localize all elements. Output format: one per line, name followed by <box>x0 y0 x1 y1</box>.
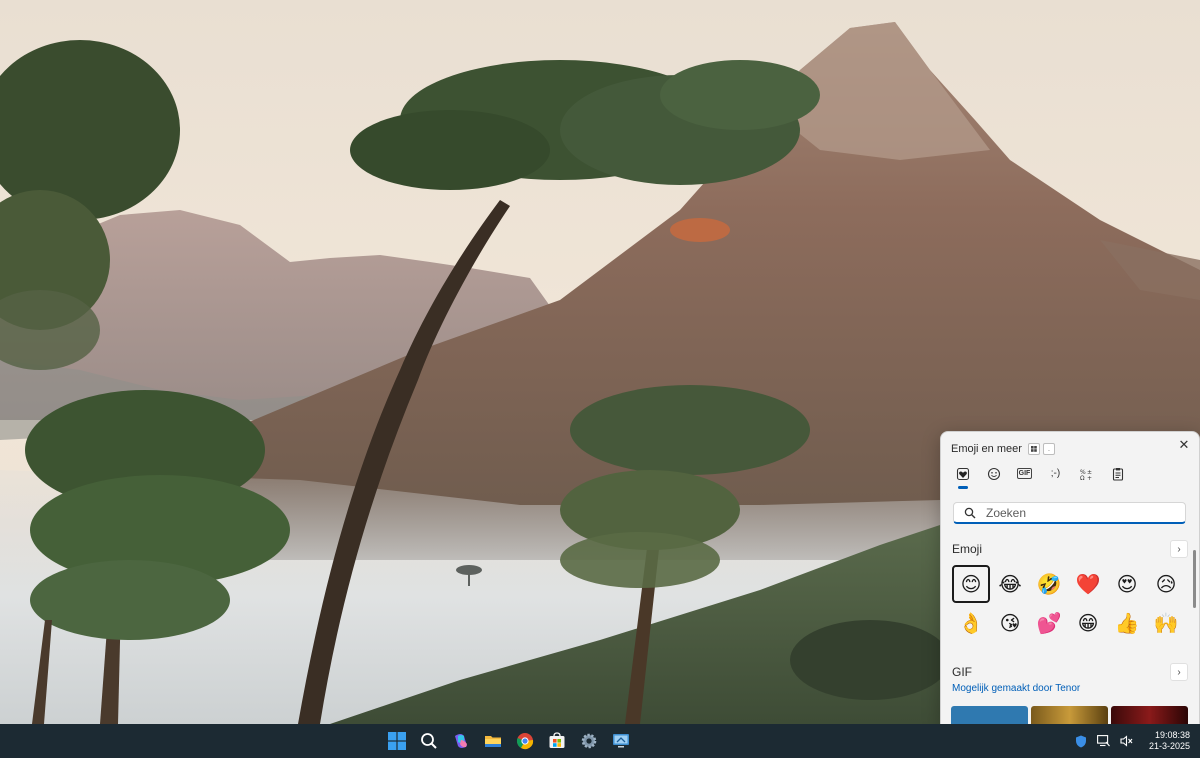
start-icon <box>388 732 406 750</box>
chevron-right-icon: › <box>1177 543 1181 555</box>
category-tabs: GIF ;-) % ± Ω + <box>953 464 1127 489</box>
search-input[interactable] <box>984 504 1178 521</box>
settings-icon <box>581 733 597 749</box>
tenor-link[interactable]: Mogelijk gemaakt door Tenor <box>952 683 1080 694</box>
emoji-item[interactable]: 🤣 <box>1030 565 1068 603</box>
file-explorer-button[interactable] <box>481 729 505 753</box>
start-button[interactable] <box>385 729 409 753</box>
tab-kaomoji[interactable]: ;-) <box>1046 464 1065 483</box>
gif-tab-label: GIF <box>1016 468 1033 479</box>
shield-icon <box>1075 735 1086 747</box>
security-button[interactable] <box>1074 734 1088 748</box>
kaomoji-tab-label: ;-) <box>1050 468 1061 479</box>
taskbar-apps <box>385 729 633 753</box>
gif-section-title: GIF <box>952 665 972 679</box>
emoji-item[interactable]: 👌 <box>952 604 990 642</box>
emoji-item[interactable]: ❤️ <box>1069 565 1107 603</box>
copilot-button[interactable] <box>449 729 473 753</box>
search-icon <box>421 733 437 749</box>
tab-clipboard[interactable] <box>1108 464 1127 483</box>
chrome-icon <box>516 733 534 750</box>
emoji-section-header: Emoji › <box>952 540 1188 558</box>
settings-button[interactable] <box>577 729 601 753</box>
gif-thumbnail[interactable] <box>951 706 1028 725</box>
tab-emoji[interactable] <box>984 464 1003 483</box>
symbols-icon: % ±Ω + <box>1080 469 1092 481</box>
chrome-button[interactable] <box>513 729 537 753</box>
taskbar-search-button[interactable] <box>417 729 441 753</box>
volume-button[interactable] <box>1120 734 1134 748</box>
tab-recent[interactable] <box>953 464 972 489</box>
emoji-item[interactable]: 😥 <box>1147 565 1185 603</box>
svg-text:Ω: Ω <box>1080 475 1085 481</box>
period-key-icon: . <box>1042 443 1055 455</box>
svg-text:+: + <box>1087 475 1092 481</box>
smiley-icon <box>987 467 1000 480</box>
emoji-item[interactable]: 👍 <box>1108 604 1146 642</box>
panel-title: Emoji en meer <box>951 443 1022 455</box>
close-button[interactable]: ✕ <box>1175 436 1193 454</box>
heart-icon <box>956 467 969 480</box>
gif-see-more-button[interactable]: › <box>1170 663 1188 681</box>
clock-time: 19:08:38 <box>1154 730 1190 740</box>
microsoft-store-button[interactable] <box>545 729 569 753</box>
gif-section-header: GIF › <box>952 663 1188 681</box>
emoji-item[interactable]: 🙌 <box>1147 604 1185 642</box>
clipboard-icon <box>1112 467 1123 481</box>
emoji-item[interactable]: 💕 <box>1030 604 1068 642</box>
search-icon <box>964 507 976 518</box>
clock[interactable]: 19:08:38 21-3-2025 <box>1149 730 1190 752</box>
emoji-panel: Emoji en meer . ✕ GIF ;-) % ± Ω + Zoeken… <box>940 431 1200 726</box>
network-button[interactable] <box>1097 734 1111 748</box>
emoji-item[interactable]: 😊 <box>952 565 990 603</box>
emoji-item[interactable]: 😍 <box>1108 565 1146 603</box>
file-explorer-icon <box>485 736 501 747</box>
emoji-item[interactable]: 😁 <box>1069 604 1107 642</box>
taskbar: 19:08:38 21-3-2025 <box>0 724 1200 758</box>
remote-desktop-button[interactable] <box>609 729 633 753</box>
network-icon <box>1097 735 1111 747</box>
volume-muted-icon <box>1120 735 1133 747</box>
tab-gif[interactable]: GIF <box>1015 464 1034 483</box>
emoji-section-title: Emoji <box>952 542 983 556</box>
keyboard-shortcut-hint: . <box>1027 443 1055 455</box>
emoji-item[interactable]: 😘 <box>991 604 1029 642</box>
search-box[interactable] <box>953 502 1186 524</box>
emoji-panel-header: Emoji en meer . <box>951 440 1055 458</box>
emoji-item[interactable]: 😂 <box>991 565 1029 603</box>
chevron-right-icon: › <box>1177 666 1181 678</box>
remote-desktop-icon <box>613 734 629 748</box>
windows-key-icon <box>1027 443 1040 455</box>
system-tray: 19:08:38 21-3-2025 <box>1074 724 1190 758</box>
gif-thumbnail[interactable] <box>1111 706 1188 725</box>
gif-thumbnails <box>951 706 1188 725</box>
emoji-grid: 😊 😂 🤣 ❤️ 😍 😥 👌 😘 💕 😁 👍 🙌 <box>952 565 1188 643</box>
scrollbar[interactable] <box>1193 550 1196 608</box>
gif-thumbnail[interactable] <box>1031 706 1108 725</box>
emoji-see-more-button[interactable]: › <box>1170 540 1188 558</box>
tab-symbols[interactable]: % ± Ω + <box>1077 464 1096 483</box>
microsoft-store-icon <box>549 732 565 748</box>
clock-date: 21-3-2025 <box>1148 741 1190 751</box>
copilot-icon <box>455 734 467 748</box>
